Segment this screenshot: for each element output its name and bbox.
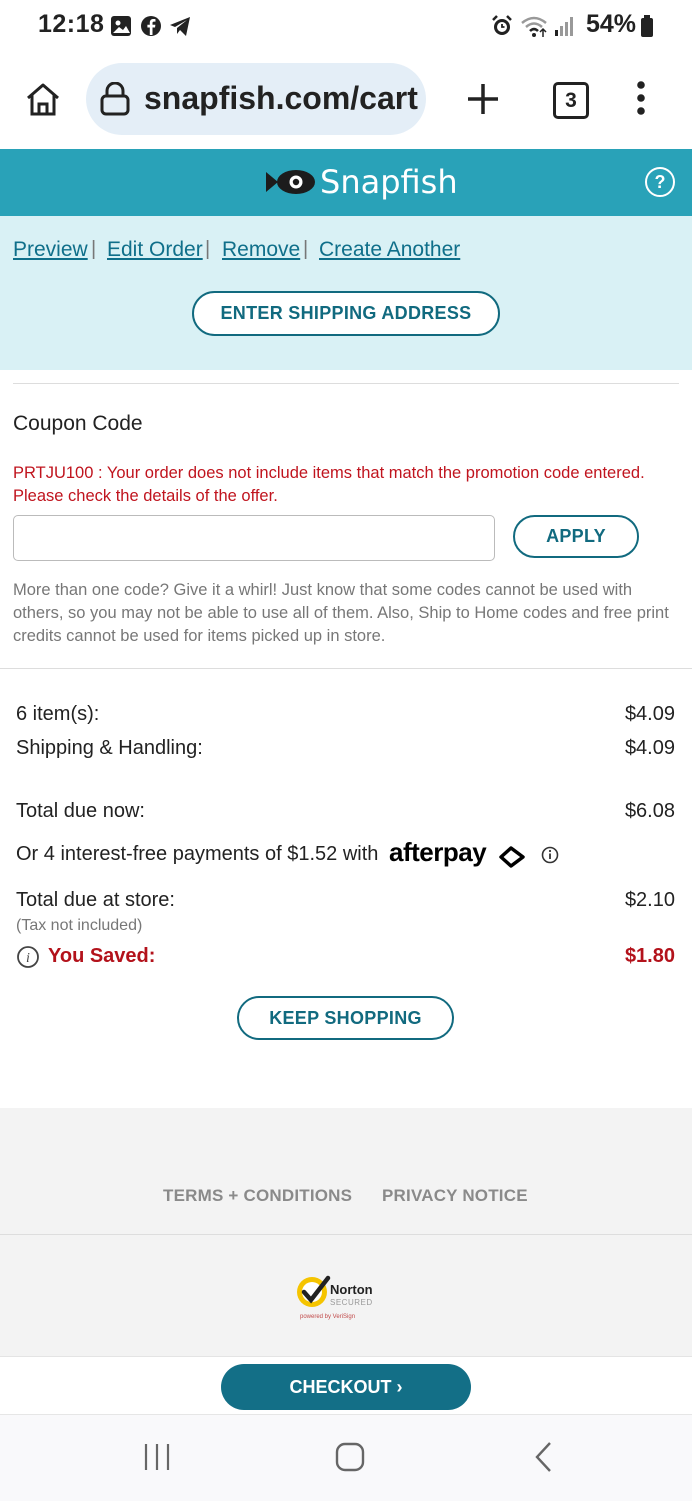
total-due-now-value: $6.08 <box>624 800 675 822</box>
home-nav-icon[interactable] <box>334 1441 366 1473</box>
telegram-icon <box>170 17 190 36</box>
signal-icon <box>555 17 573 36</box>
footer: TERMS + CONDITIONS PRIVACY NOTICE Norton… <box>0 1108 692 1358</box>
url-text[interactable]: snapfish.com/cart <box>144 80 418 117</box>
status-bar: 12:18 54% <box>0 0 692 52</box>
browser-toolbar: snapfish.com/cart 3 <box>0 52 692 148</box>
checkout-button[interactable]: CHECKOUT › <box>221 1364 471 1410</box>
battery-percent: 54% <box>585 10 636 38</box>
verisign-label: powered by VeriSign <box>300 1314 356 1320</box>
afterpay-logo: afterpay <box>389 837 487 867</box>
facebook-icon <box>141 16 161 36</box>
url-bar[interactable]: snapfish.com/cart <box>86 63 426 135</box>
edit-order-link[interactable]: Edit Order <box>107 238 203 262</box>
items-label: 6 item(s): <box>16 703 100 725</box>
brand-name: Snapfish <box>320 163 458 201</box>
remove-link[interactable]: Remove <box>222 238 300 262</box>
create-another-link[interactable]: Create Another <box>319 238 460 262</box>
preview-link[interactable]: Preview <box>13 238 88 262</box>
afterpay-installments-text: Or 4 interest-free payments of $1.52 wit… <box>16 843 379 865</box>
svg-text:i: i <box>26 951 30 966</box>
gallery-icon <box>111 16 131 36</box>
snapfish-logo-icon <box>266 170 315 194</box>
system-navigation-bar <box>0 1414 692 1501</box>
saved-info-icon[interactable]: i <box>16 945 40 969</box>
new-tab-icon[interactable] <box>466 82 500 116</box>
you-saved-value: $1.80 <box>624 945 675 967</box>
norton-check-icon <box>297 1275 331 1307</box>
divider <box>0 668 692 669</box>
norton-label: Norton <box>330 1282 373 1297</box>
divider <box>13 383 679 384</box>
total-due-now-label: Total due now: <box>16 800 145 822</box>
info-icon[interactable] <box>541 846 559 864</box>
separator: | <box>91 238 97 260</box>
coupon-help-text: More than one code? Give it a whirl! Jus… <box>13 581 669 645</box>
help-icon[interactable]: ? <box>645 167 675 197</box>
total-due-at-store-label: Total due at store: <box>16 889 175 911</box>
recent-apps-icon[interactable] <box>142 1442 172 1472</box>
checkout-bar: CHECKOUT › <box>0 1356 692 1415</box>
items-value: $4.09 <box>624 703 675 725</box>
menu-icon[interactable] <box>632 80 650 120</box>
enter-shipping-address-button[interactable]: ENTER SHIPPING ADDRESS <box>192 291 500 336</box>
lock-icon <box>100 82 130 116</box>
total-due-at-store-value: $2.10 <box>624 889 675 911</box>
terms-conditions-link[interactable]: TERMS + CONDITIONS <box>163 1186 352 1206</box>
separator: | <box>303 238 309 260</box>
wifi-icon <box>521 16 547 37</box>
tax-note: (Tax not included) <box>16 917 143 934</box>
home-icon[interactable] <box>24 80 62 118</box>
separator: | <box>205 238 211 260</box>
coupon-title: Coupon Code <box>13 412 143 435</box>
back-icon[interactable] <box>532 1441 556 1473</box>
norton-secured-badge: Norton SECURED powered by VeriSign <box>294 1274 386 1326</box>
you-saved-label: You Saved: <box>48 945 156 967</box>
shipping-value: $4.09 <box>624 737 675 759</box>
apply-coupon-button[interactable]: APPLY <box>513 515 639 558</box>
norton-secured-label: SECURED <box>330 1298 373 1307</box>
status-time: 12:18 <box>38 10 105 38</box>
alarm-icon <box>492 15 512 35</box>
keep-shopping-button[interactable]: KEEP SHOPPING <box>237 996 454 1040</box>
privacy-notice-link[interactable]: PRIVACY NOTICE <box>382 1186 528 1206</box>
order-actions-panel: Preview | Edit Order | Remove | Create A… <box>0 216 692 370</box>
site-header: Snapfish ? <box>0 149 692 216</box>
afterpay-arrows-icon <box>499 846 525 868</box>
coupon-code-input[interactable] <box>13 515 495 561</box>
tab-switcher-button[interactable]: 3 <box>553 82 589 119</box>
footer-divider <box>0 1234 692 1235</box>
shipping-label: Shipping & Handling: <box>16 737 203 759</box>
battery-icon <box>641 15 653 37</box>
coupon-error-message: PRTJU100 : Your order does not include i… <box>13 464 645 505</box>
